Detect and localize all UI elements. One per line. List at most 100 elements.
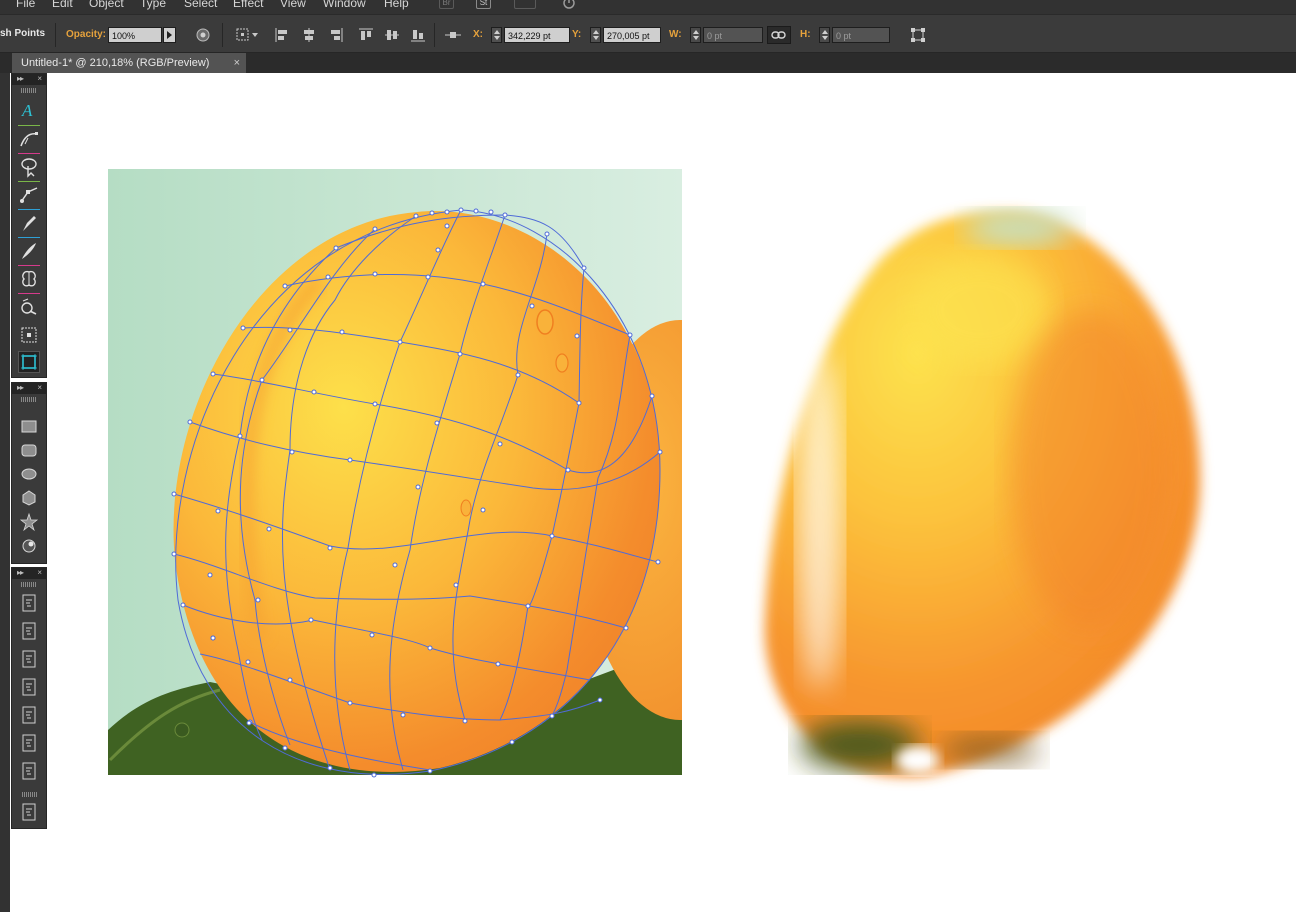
mesh-point[interactable]: [327, 765, 333, 771]
mesh-point[interactable]: [462, 718, 468, 724]
w-input[interactable]: 0 pt: [703, 27, 763, 43]
mesh-point[interactable]: [237, 433, 243, 439]
align-top-icon[interactable]: [357, 26, 375, 44]
align-center-icon[interactable]: [300, 26, 318, 44]
reference-point-icon[interactable]: [234, 26, 252, 44]
symbol-sprayer-icon[interactable]: [18, 592, 40, 614]
document-tab[interactable]: Untitled-1* @ 210,18% (RGB/Preview) ×: [12, 53, 246, 73]
close-icon[interactable]: ×: [234, 53, 240, 73]
mesh-point[interactable]: [289, 449, 295, 455]
mesh-point[interactable]: [282, 283, 288, 289]
close-icon[interactable]: ×: [37, 74, 42, 84]
stock-icon[interactable]: St: [476, 0, 491, 9]
symbol-sprayer-icon[interactable]: [18, 801, 40, 823]
mesh-point[interactable]: [657, 449, 663, 455]
symbol-sprayer-icon[interactable]: [18, 620, 40, 642]
mesh-point[interactable]: [266, 526, 272, 532]
mesh-point[interactable]: [453, 582, 459, 588]
panel-header[interactable]: ▸▸ ×: [12, 568, 46, 579]
pen-icon[interactable]: [18, 212, 40, 234]
align-middle-icon[interactable]: [383, 26, 401, 44]
close-icon[interactable]: ×: [37, 568, 42, 578]
mesh-point[interactable]: [502, 212, 508, 218]
close-icon[interactable]: ×: [37, 383, 42, 393]
type-icon[interactable]: A: [18, 99, 40, 121]
mesh-point[interactable]: [339, 329, 345, 335]
y-input[interactable]: 270,005 pt: [603, 27, 661, 43]
mesh-point[interactable]: [311, 389, 317, 395]
constrain-proportions-button[interactable]: [767, 26, 791, 44]
recolor-artwork-icon[interactable]: [194, 26, 212, 44]
y-stepper[interactable]: [590, 27, 601, 43]
h-input[interactable]: 0 pt: [832, 27, 890, 43]
menu-file[interactable]: File: [16, 0, 35, 10]
expand-icon[interactable]: ▸▸: [17, 74, 24, 84]
mesh-point[interactable]: [480, 507, 486, 513]
menu-type[interactable]: Type: [140, 0, 166, 10]
chevron-down-icon[interactable]: [252, 33, 258, 38]
mesh-point[interactable]: [187, 419, 193, 425]
mesh-point[interactable]: [392, 562, 398, 568]
mesh-point[interactable]: [509, 739, 515, 745]
polygon-icon[interactable]: [18, 487, 40, 509]
symbol-sprayer-icon[interactable]: [18, 704, 40, 726]
align-left-icon[interactable]: [273, 26, 291, 44]
mesh-point[interactable]: [495, 661, 501, 667]
anchor-point-icon[interactable]: [444, 26, 462, 44]
mesh-point[interactable]: [435, 247, 441, 253]
mesh-point[interactable]: [529, 303, 535, 309]
mesh-point[interactable]: [627, 332, 633, 338]
panel-grip[interactable]: [21, 88, 37, 93]
mesh-point[interactable]: [488, 209, 494, 215]
mesh-point[interactable]: [549, 713, 555, 719]
mesh-point[interactable]: [171, 491, 177, 497]
expand-icon[interactable]: ▸▸: [17, 383, 24, 393]
mesh-point[interactable]: [180, 602, 186, 608]
mesh-point[interactable]: [427, 768, 433, 774]
mesh-point[interactable]: [308, 617, 314, 623]
puppet-warp-icon[interactable]: [18, 268, 40, 290]
x-input[interactable]: 342,229 pt: [504, 27, 570, 43]
x-stepper[interactable]: [491, 27, 502, 43]
workspace-switcher-icon[interactable]: [514, 0, 536, 9]
opacity-dropdown-button[interactable]: [163, 27, 176, 43]
mesh-point[interactable]: [333, 245, 339, 251]
mesh-point[interactable]: [215, 508, 221, 514]
align-bottom-icon[interactable]: [409, 26, 427, 44]
mesh-point[interactable]: [655, 559, 661, 565]
free-transform-icon[interactable]: [18, 324, 40, 346]
mesh-point[interactable]: [515, 372, 521, 378]
mesh-point[interactable]: [240, 325, 246, 331]
panel-header[interactable]: ▸▸ ×: [12, 74, 46, 85]
mesh-point[interactable]: [287, 677, 293, 683]
mesh-point[interactable]: [347, 700, 353, 706]
mesh-point[interactable]: [400, 712, 406, 718]
mesh-point[interactable]: [246, 720, 252, 726]
mesh-point[interactable]: [576, 400, 582, 406]
w-stepper[interactable]: [690, 27, 701, 43]
mesh-point[interactable]: [210, 635, 216, 641]
symbol-sprayer-icon[interactable]: [18, 760, 40, 782]
mesh-point[interactable]: [549, 533, 555, 539]
mesh-point[interactable]: [544, 231, 550, 237]
flare-icon[interactable]: [18, 535, 40, 557]
mesh-point[interactable]: [327, 545, 333, 551]
rectangle-icon[interactable]: [18, 415, 40, 437]
mesh-point[interactable]: [473, 208, 479, 214]
opacity-input[interactable]: 100%: [108, 27, 162, 43]
mesh-point[interactable]: [413, 213, 419, 219]
mesh-point[interactable]: [565, 467, 571, 473]
mesh-point[interactable]: [497, 441, 503, 447]
panel-grip[interactable]: [21, 397, 37, 402]
mesh-point[interactable]: [623, 625, 629, 631]
artboard-canvas[interactable]: [48, 73, 1296, 912]
curvature-icon[interactable]: [18, 128, 40, 150]
bridge-icon[interactable]: Br: [439, 0, 454, 9]
menu-select[interactable]: Select: [184, 0, 217, 10]
mesh-point[interactable]: [444, 209, 450, 215]
menu-effect[interactable]: Effect: [233, 0, 263, 10]
mesh-point[interactable]: [282, 745, 288, 751]
mesh-point[interactable]: [597, 697, 603, 703]
anchor-convert-icon[interactable]: [18, 184, 40, 206]
panel-grip[interactable]: [22, 792, 38, 797]
